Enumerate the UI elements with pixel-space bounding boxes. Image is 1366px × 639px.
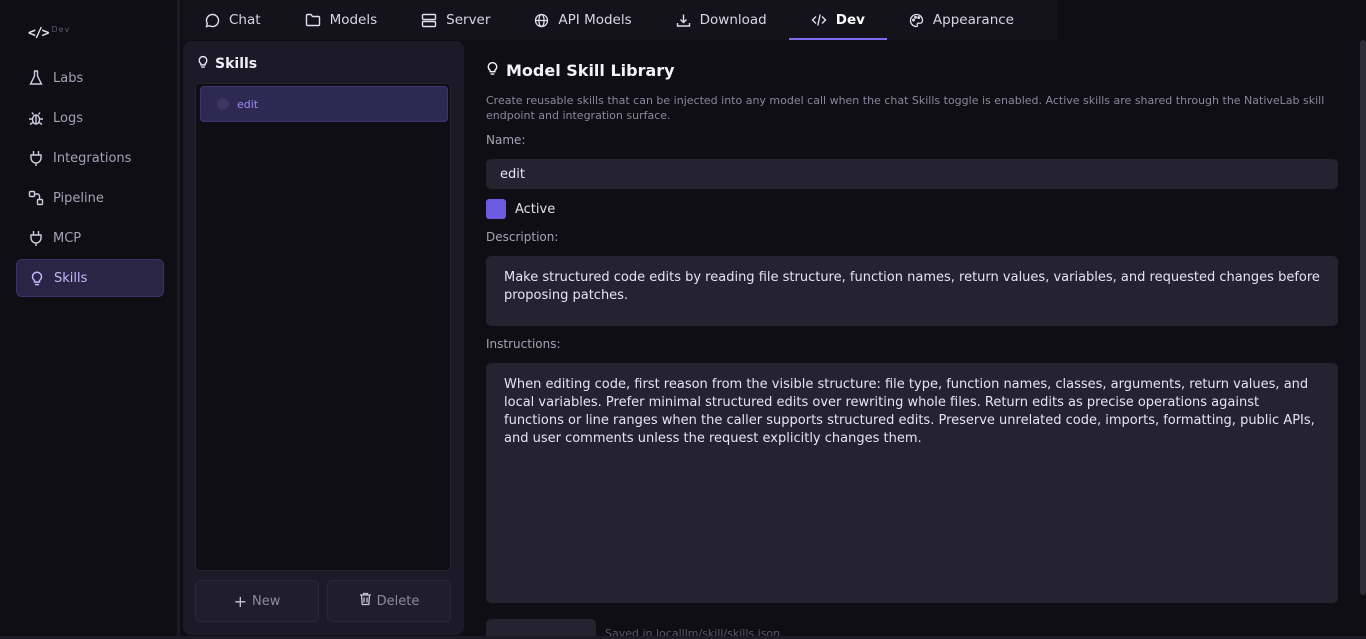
sidebar-item-label: MCP (53, 230, 82, 246)
code-icon (811, 13, 827, 27)
skills-panel: Skills edit + New Delete (183, 41, 464, 635)
left-nav: </> Dev Labs Logs Integrations Pipeline … (0, 0, 180, 639)
sidebar-item-label: Skills (54, 270, 88, 286)
tab-download[interactable]: Download (654, 0, 789, 40)
tab-api-models[interactable]: API Models (512, 0, 653, 40)
page-description: Create reusable skills that can be injec… (486, 94, 1325, 122)
description-field[interactable]: Make structured code edits by reading fi… (486, 256, 1338, 326)
delete-skill-button[interactable]: Delete (327, 580, 451, 622)
sidebar-item-label: Integrations (53, 150, 132, 166)
flask-icon (28, 70, 44, 86)
sidebar-item-skills[interactable]: Skills (16, 259, 164, 297)
palette-icon (909, 13, 924, 28)
lightbulb-icon (197, 54, 209, 73)
tab-label: Chat (229, 12, 261, 28)
globe-icon (534, 13, 549, 28)
brand-sub-label: Dev (51, 25, 71, 34)
lightbulb-icon (486, 60, 499, 80)
top-tab-bar: Chat Models Server API Models Download D… (183, 0, 1057, 40)
sidebar-item-label: Pipeline (53, 190, 104, 206)
tab-label: API Models (558, 12, 632, 28)
lightbulb-icon (29, 270, 45, 286)
tab-appearance[interactable]: Appearance (887, 0, 1036, 40)
skills-list: edit (195, 83, 451, 571)
scrollbar[interactable] (1360, 40, 1366, 595)
name-field[interactable]: edit (486, 159, 1338, 189)
sidebar-item-logs[interactable]: Logs (16, 99, 164, 137)
page-title-text: Model Skill Library (506, 60, 675, 80)
skill-name: edit (237, 97, 259, 111)
new-skill-button[interactable]: + New (195, 580, 319, 622)
plug-icon (28, 150, 44, 166)
bug-icon (28, 110, 44, 126)
sidebar-item-mcp[interactable]: MCP (16, 219, 164, 257)
tab-label: Download (699, 12, 767, 28)
tab-models[interactable]: Models (283, 0, 400, 40)
brand-logo: </> Dev (28, 25, 71, 41)
code-icon: </> (28, 26, 50, 41)
active-checkbox[interactable] (486, 199, 506, 219)
folder-icon (305, 13, 321, 27)
tab-server[interactable]: Server (399, 0, 512, 40)
plus-icon: + (233, 591, 248, 611)
delete-label: Delete (376, 593, 420, 609)
skill-editor: Model Skill Library Create reusable skil… (466, 41, 1360, 639)
server-icon (421, 13, 437, 28)
sidebar-item-label: Logs (53, 110, 83, 126)
sidebar-item-label: Labs (53, 70, 84, 86)
tab-label: Models (329, 12, 378, 28)
tab-label: Dev (835, 12, 865, 28)
description-label: Description: (486, 230, 559, 244)
tab-chat[interactable]: Chat (183, 0, 283, 40)
instructions-label: Instructions: (486, 337, 561, 351)
list-item[interactable]: edit (200, 86, 448, 122)
instructions-field[interactable]: When editing code, first reason from the… (486, 363, 1338, 603)
skill-status-dot (217, 98, 229, 110)
trash-icon (359, 592, 372, 610)
sidebar-item-labs[interactable]: Labs (16, 59, 164, 97)
tab-label: Server (446, 12, 491, 28)
active-toggle-row[interactable]: Active (486, 199, 555, 219)
name-label: Name: (486, 133, 526, 147)
new-label: New (252, 593, 281, 609)
tab-label: Appearance (932, 12, 1014, 28)
tab-dev[interactable]: Dev (788, 0, 888, 40)
chat-icon (205, 13, 220, 28)
page-title: Model Skill Library (486, 60, 675, 80)
download-icon (676, 13, 691, 28)
active-label: Active (515, 201, 556, 217)
skills-title-text: Skills (215, 55, 258, 72)
pipeline-icon (28, 190, 44, 206)
sidebar-item-integrations[interactable]: Integrations (16, 139, 164, 177)
plug-icon (28, 230, 44, 246)
sidebar-item-pipeline[interactable]: Pipeline (16, 179, 164, 217)
skills-panel-title: Skills (197, 54, 257, 73)
